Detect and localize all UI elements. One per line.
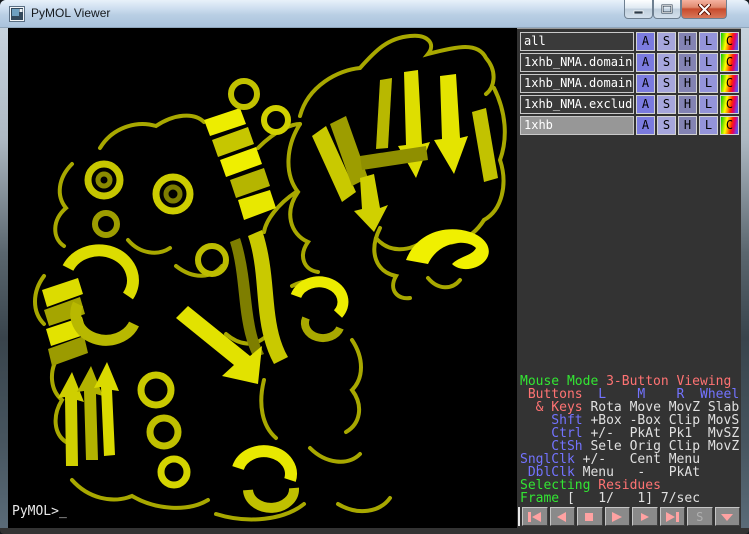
panel-gutter[interactable] (518, 507, 520, 526)
l-menu-button[interactable]: L (699, 95, 718, 114)
mouse-panel-text: [ 1/ 1] 7/sec (567, 491, 700, 506)
step-forward-icon (637, 511, 653, 523)
h-menu-button[interactable]: H (678, 116, 697, 135)
s-menu-button[interactable]: S (657, 32, 676, 51)
c-menu-button[interactable]: C (720, 116, 739, 135)
object-row: 1xhb_NMA.domain.ASHLC (520, 74, 739, 93)
menu-down-icon (719, 511, 735, 523)
object-name[interactable]: 1xhb (520, 116, 634, 135)
object-name[interactable]: 1xhb_NMA.domain. (520, 53, 634, 72)
command-prompt[interactable]: PyMOL>_ (12, 504, 67, 519)
a-menu-button[interactable]: A (636, 116, 655, 135)
l-menu-button[interactable]: L (699, 53, 718, 72)
c-menu-button[interactable]: C (720, 32, 739, 51)
c-menu-button[interactable]: C (720, 74, 739, 93)
object-row: 1xhb_NMA.excludeASHLC (520, 95, 739, 114)
h-menu-button[interactable]: H (678, 53, 697, 72)
h-menu-button[interactable]: H (678, 32, 697, 51)
a-menu-button[interactable]: A (636, 74, 655, 93)
control-panel: allASHLC1xhb_NMA.domain.ASHLC1xhb_NMA.do… (517, 28, 741, 528)
step-forward-button[interactable] (632, 507, 658, 526)
window-border-right (741, 28, 749, 528)
minimize-button[interactable] (624, 0, 653, 19)
s-toggle-button[interactable]: S (687, 507, 713, 526)
object-row: 1xhb_NMA.domain.ASHLC (520, 53, 739, 72)
play-button[interactable] (605, 507, 631, 526)
object-name[interactable]: 1xhb_NMA.exclude (520, 95, 634, 114)
h-menu-button[interactable]: H (678, 95, 697, 114)
pymol-window: PyMOL Viewer (0, 0, 749, 534)
a-menu-button[interactable]: A (636, 95, 655, 114)
step-back-icon (554, 511, 570, 523)
close-button[interactable] (681, 0, 727, 19)
maximize-button[interactable] (653, 0, 681, 19)
viewport-3d[interactable]: PyMOL>_ (8, 28, 517, 528)
play-icon (609, 511, 625, 523)
l-menu-button[interactable]: L (699, 74, 718, 93)
skip-to-end-icon (664, 511, 680, 523)
mouse-panel-text: Frame (520, 491, 567, 506)
c-menu-button[interactable]: C (720, 95, 739, 114)
h-menu-button[interactable]: H (678, 74, 697, 93)
app-icon (9, 6, 25, 22)
stop-icon (582, 511, 598, 523)
titlebar[interactable]: PyMOL Viewer (0, 0, 749, 28)
protein-structure (8, 28, 517, 528)
a-menu-button[interactable]: A (636, 53, 655, 72)
stop-button[interactable] (577, 507, 603, 526)
skip-to-start-icon (527, 511, 543, 523)
minimize-icon (633, 5, 645, 14)
menu-down-button[interactable] (715, 507, 741, 526)
skip-to-end-button[interactable] (660, 507, 686, 526)
object-name[interactable]: 1xhb_NMA.domain. (520, 74, 634, 93)
close-icon (698, 4, 711, 15)
window-border-left (0, 28, 8, 528)
playback-controls: S (522, 507, 740, 526)
s-menu-button[interactable]: S (657, 53, 676, 72)
object-row: 1xhbASHLC (520, 116, 739, 135)
object-row: allASHLC (520, 32, 739, 51)
mouse-mode-panel: Mouse Mode 3-Button Viewing Buttons L M … (520, 375, 740, 505)
s-menu-button[interactable]: S (657, 116, 676, 135)
maximize-icon (661, 4, 673, 14)
s-menu-button[interactable]: S (657, 95, 676, 114)
l-menu-button[interactable]: L (699, 32, 718, 51)
window-title: PyMOL Viewer (31, 6, 110, 20)
s-toggle-label: S (696, 511, 703, 523)
skip-to-start-button[interactable] (522, 507, 548, 526)
step-back-button[interactable] (550, 507, 576, 526)
object-list: allASHLC1xhb_NMA.domain.ASHLC1xhb_NMA.do… (520, 32, 739, 137)
s-menu-button[interactable]: S (657, 74, 676, 93)
object-name[interactable]: all (520, 32, 634, 51)
a-menu-button[interactable]: A (636, 32, 655, 51)
mouse-panel-line: Frame [ 1/ 1] 7/sec (520, 492, 740, 505)
l-menu-button[interactable]: L (699, 116, 718, 135)
c-menu-button[interactable]: C (720, 53, 739, 72)
